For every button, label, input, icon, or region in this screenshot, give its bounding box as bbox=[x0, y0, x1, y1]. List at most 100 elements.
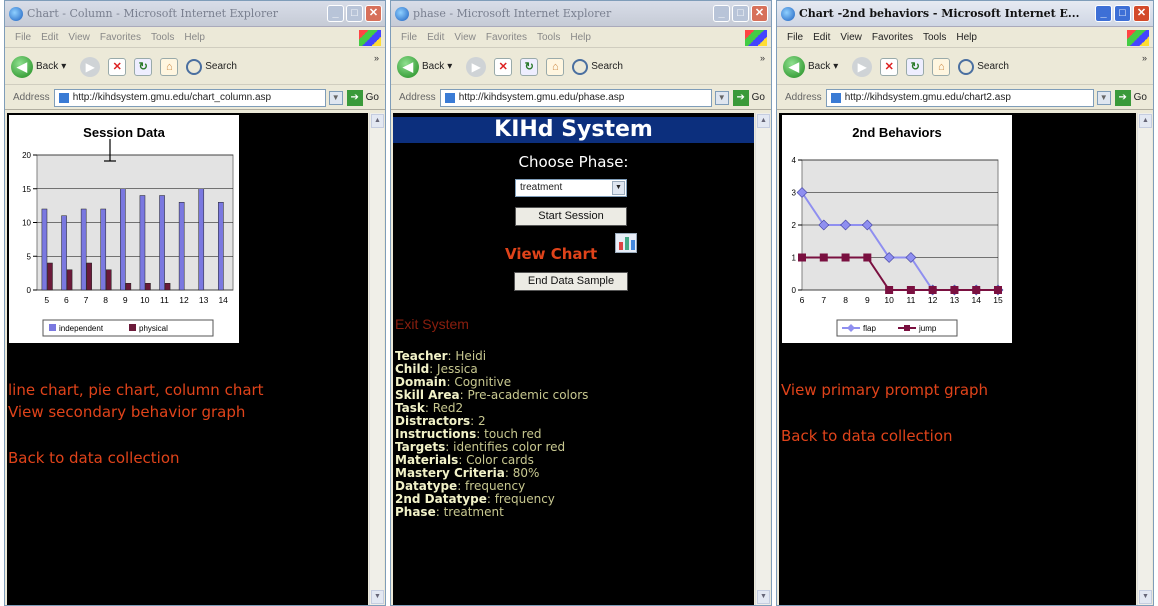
address-url[interactable]: http://kihdsystem.gmu.edu/phase.asp bbox=[459, 92, 625, 103]
forward-arrow-icon[interactable]: ▶ bbox=[466, 56, 487, 77]
scroll-up-icon[interactable]: ▲ bbox=[371, 114, 384, 128]
menu-view[interactable]: View bbox=[840, 32, 862, 43]
menu-tools[interactable]: Tools bbox=[537, 32, 560, 43]
home-icon[interactable]: ⌂ bbox=[546, 57, 565, 76]
back-arrow-icon[interactable]: ◀ bbox=[11, 55, 33, 78]
search-icon[interactable] bbox=[572, 58, 589, 75]
search-icon[interactable] bbox=[958, 58, 975, 75]
scroll-down-icon[interactable]: ▼ bbox=[757, 590, 770, 604]
maximize-icon[interactable]: □ bbox=[1114, 5, 1131, 22]
close-icon[interactable]: ✕ bbox=[751, 5, 768, 22]
address-url[interactable]: http://kihdsystem.gmu.edu/chart2.asp bbox=[845, 92, 1011, 103]
secondary-behavior-link[interactable]: View secondary behavior graph bbox=[8, 403, 245, 421]
home-icon[interactable]: ⌂ bbox=[932, 57, 951, 76]
maximize-icon[interactable]: □ bbox=[346, 5, 363, 22]
chart-types-link[interactable]: line chart, pie chart, column chart bbox=[8, 381, 264, 399]
view-chart-link[interactable]: View Chart bbox=[505, 245, 597, 263]
address-input[interactable]: http://kihdsystem.gmu.edu/chart2.asp bbox=[825, 88, 1094, 107]
refresh-icon[interactable]: ↻ bbox=[520, 57, 539, 76]
end-data-sample-button[interactable]: End Data Sample bbox=[514, 272, 628, 291]
stop-icon[interactable]: ✕ bbox=[494, 57, 513, 76]
vertical-scrollbar[interactable]: ▲ ▼ bbox=[755, 113, 770, 605]
search-button-label[interactable]: Search bbox=[205, 61, 237, 72]
menu-favorites[interactable]: Favorites bbox=[100, 32, 141, 43]
toolbar-chevron-icon[interactable]: » bbox=[1142, 53, 1147, 63]
go-arrow-icon[interactable]: ➔ bbox=[1114, 89, 1131, 106]
stop-icon[interactable]: ✕ bbox=[880, 57, 899, 76]
home-icon[interactable]: ⌂ bbox=[160, 57, 179, 76]
vertical-scrollbar[interactable]: ▲ ▼ bbox=[369, 113, 384, 605]
refresh-icon[interactable]: ↻ bbox=[134, 57, 153, 76]
toolbar-chevron-icon[interactable]: » bbox=[374, 53, 379, 63]
menu-favorites[interactable]: Favorites bbox=[486, 32, 527, 43]
scroll-down-icon[interactable]: ▼ bbox=[371, 590, 384, 604]
menu-help[interactable]: Help bbox=[184, 32, 205, 43]
back-dropdown-icon[interactable]: ▾ bbox=[833, 61, 838, 72]
back-dropdown-icon[interactable]: ▾ bbox=[447, 61, 452, 72]
address-dropdown-icon[interactable]: ▼ bbox=[714, 90, 729, 105]
forward-arrow-icon[interactable]: ▶ bbox=[80, 56, 101, 77]
scroll-down-icon[interactable]: ▼ bbox=[1139, 590, 1152, 604]
bar-independent bbox=[80, 208, 87, 291]
go-arrow-icon[interactable]: ➔ bbox=[732, 89, 749, 106]
bar-chart-icon[interactable] bbox=[615, 233, 637, 253]
search-icon[interactable] bbox=[186, 58, 203, 75]
x-tick-label: 8 bbox=[103, 295, 108, 305]
menu-tools[interactable]: Tools bbox=[151, 32, 174, 43]
close-icon[interactable]: ✕ bbox=[365, 5, 382, 22]
menu-view[interactable]: View bbox=[68, 32, 90, 43]
menu-favorites[interactable]: Favorites bbox=[872, 32, 913, 43]
vertical-scrollbar[interactable]: ▲ ▼ bbox=[1137, 113, 1152, 605]
back-button-label[interactable]: Back bbox=[36, 61, 58, 72]
chevron-down-icon[interactable]: ▼ bbox=[612, 181, 625, 195]
toolbar-chevron-icon[interactable]: » bbox=[760, 53, 765, 63]
start-session-button[interactable]: Start Session bbox=[515, 207, 627, 226]
address-input[interactable]: http://kihdsystem.gmu.edu/chart_column.a… bbox=[53, 88, 326, 107]
menu-edit[interactable]: Edit bbox=[813, 32, 830, 43]
scroll-up-icon[interactable]: ▲ bbox=[757, 114, 770, 128]
go-label[interactable]: Go bbox=[752, 92, 765, 103]
menu-help[interactable]: Help bbox=[956, 32, 977, 43]
forward-arrow-icon[interactable]: ▶ bbox=[852, 56, 873, 77]
address-dropdown-icon[interactable]: ▼ bbox=[1096, 90, 1111, 105]
toolbar: ◀ Back ▾ ▶ ✕ ↻ ⌂ Search » bbox=[5, 49, 385, 85]
menu-edit[interactable]: Edit bbox=[41, 32, 58, 43]
address-url[interactable]: http://kihdsystem.gmu.edu/chart_column.a… bbox=[73, 92, 271, 103]
back-button-label[interactable]: Back bbox=[422, 61, 444, 72]
back-to-data-collection-link[interactable]: Back to data collection bbox=[8, 449, 180, 467]
menu-edit[interactable]: Edit bbox=[427, 32, 444, 43]
scroll-up-icon[interactable]: ▲ bbox=[1139, 114, 1152, 128]
info-key: Domain bbox=[395, 375, 447, 389]
back-dropdown-icon[interactable]: ▾ bbox=[61, 61, 66, 72]
menu-tools[interactable]: Tools bbox=[923, 32, 946, 43]
exit-system-link[interactable]: Exit System bbox=[395, 316, 469, 332]
address-input[interactable]: http://kihdsystem.gmu.edu/phase.asp bbox=[439, 88, 712, 107]
back-arrow-icon[interactable]: ◀ bbox=[783, 55, 805, 78]
refresh-icon[interactable]: ↻ bbox=[906, 57, 925, 76]
menu-file[interactable]: File bbox=[787, 32, 803, 43]
primary-prompt-graph-link[interactable]: View primary prompt graph bbox=[781, 381, 988, 399]
back-arrow-icon[interactable]: ◀ bbox=[397, 55, 419, 78]
phase-select-value[interactable]: treatment bbox=[520, 182, 562, 193]
search-button-label[interactable]: Search bbox=[977, 61, 1009, 72]
search-button-label[interactable]: Search bbox=[591, 61, 623, 72]
maximize-icon[interactable]: □ bbox=[732, 5, 749, 22]
menu-view[interactable]: View bbox=[454, 32, 476, 43]
title-bar: Chart - Column - Microsoft Internet Expl… bbox=[5, 1, 385, 27]
back-to-data-collection-link[interactable]: Back to data collection bbox=[781, 427, 953, 445]
menu-help[interactable]: Help bbox=[570, 32, 591, 43]
stop-icon[interactable]: ✕ bbox=[108, 57, 127, 76]
go-label[interactable]: Go bbox=[366, 92, 379, 103]
menu-file[interactable]: File bbox=[15, 32, 31, 43]
address-dropdown-icon[interactable]: ▼ bbox=[328, 90, 343, 105]
minimize-icon[interactable]: _ bbox=[327, 5, 344, 22]
bar-physical bbox=[47, 262, 53, 291]
close-icon[interactable]: ✕ bbox=[1133, 5, 1150, 22]
menu-file[interactable]: File bbox=[401, 32, 417, 43]
minimize-icon[interactable]: _ bbox=[1095, 5, 1112, 22]
go-arrow-icon[interactable]: ➔ bbox=[346, 89, 363, 106]
phase-select[interactable]: treatment ▼ bbox=[515, 179, 627, 197]
back-button-label[interactable]: Back bbox=[808, 61, 830, 72]
go-label[interactable]: Go bbox=[1134, 92, 1147, 103]
minimize-icon[interactable]: _ bbox=[713, 5, 730, 22]
